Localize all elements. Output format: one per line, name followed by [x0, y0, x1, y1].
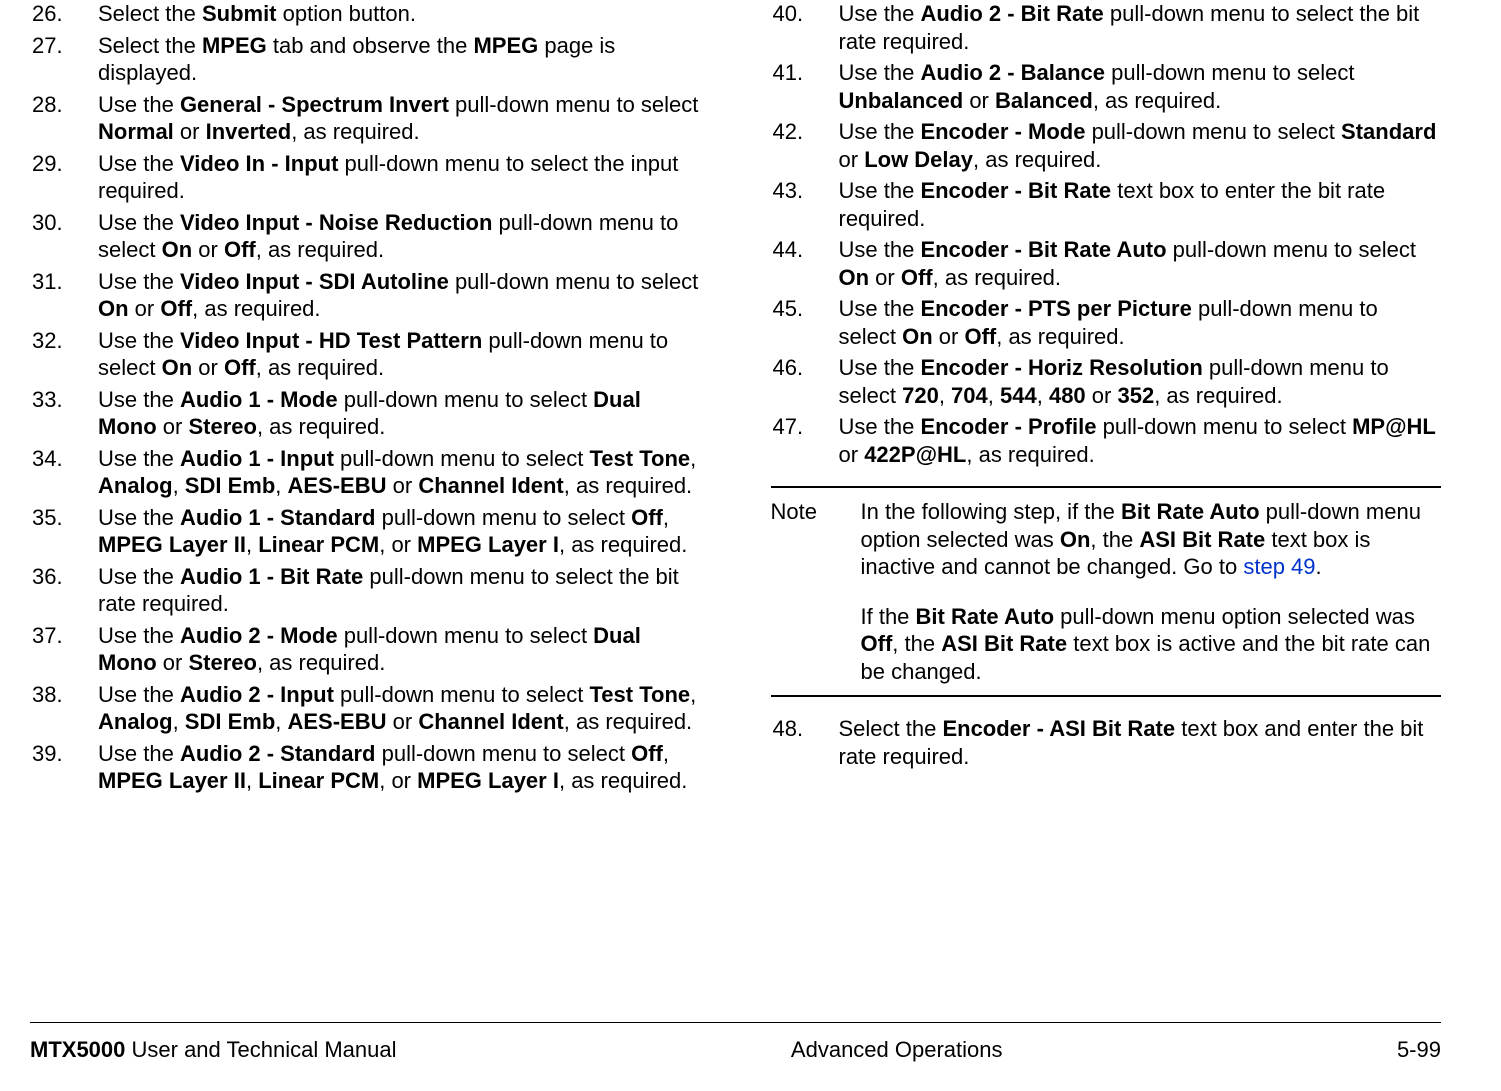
list-item: 43.Use the Encoder - Bit Rate text box t… [771, 177, 1442, 232]
content-columns: 26.Select the Submit option button.27.Se… [30, 0, 1441, 1091]
item-number: 29. [30, 150, 98, 205]
footer-product: MTX5000 [30, 1037, 125, 1062]
item-body: Use the Encoder - Bit Rate Auto pull-dow… [839, 236, 1442, 291]
item-body: Use the Video Input - Noise Reduction pu… [98, 209, 701, 264]
page-footer: MTX5000 User and Technical Manual Advanc… [30, 1022, 1441, 1063]
item-number: 39. [30, 740, 98, 795]
footer-page-number: 5-99 [1397, 1037, 1441, 1063]
footer-center: Advanced Operations [791, 1037, 1003, 1063]
note-label: Note [771, 498, 861, 685]
item-number: 35. [30, 504, 98, 559]
item-body: Use the Video In - Input pull-down menu … [98, 150, 701, 205]
list-item: 38.Use the Audio 2 - Input pull-down men… [30, 681, 701, 736]
footer-title: User and Technical Manual [125, 1037, 396, 1062]
item-body: Use the Audio 2 - Mode pull-down menu to… [98, 622, 701, 677]
item-number: 31. [30, 268, 98, 323]
list-item: 30.Use the Video Input - Noise Reduction… [30, 209, 701, 264]
right-column: 40.Use the Audio 2 - Bit Rate pull-down … [771, 0, 1442, 1091]
item-number: 36. [30, 563, 98, 618]
item-number: 45. [771, 295, 839, 350]
list-item: 37.Use the Audio 2 - Mode pull-down menu… [30, 622, 701, 677]
item-number: 46. [771, 354, 839, 409]
footer-left: MTX5000 User and Technical Manual [30, 1037, 396, 1063]
list-item: 44.Use the Encoder - Bit Rate Auto pull-… [771, 236, 1442, 291]
item-number: 32. [30, 327, 98, 382]
item-number: 43. [771, 177, 839, 232]
list-item: 47.Use the Encoder - Profile pull-down m… [771, 413, 1442, 468]
list-item: 40.Use the Audio 2 - Bit Rate pull-down … [771, 0, 1442, 55]
item-body: Use the Encoder - PTS per Picture pull-d… [839, 295, 1442, 350]
item-number: 30. [30, 209, 98, 264]
note-block: Note In the following step, if the Bit R… [771, 486, 1442, 697]
item-number: 44. [771, 236, 839, 291]
item-body: Use the Audio 1 - Mode pull-down menu to… [98, 386, 701, 441]
item-body: Use the Audio 1 - Input pull-down menu t… [98, 445, 701, 500]
note-body: In the following step, if the Bit Rate A… [861, 498, 1442, 685]
item-number: 48. [771, 715, 839, 770]
item-number: 41. [771, 59, 839, 114]
item-number: 26. [30, 0, 98, 28]
item-number: 34. [30, 445, 98, 500]
item-body: Use the Audio 1 - Standard pull-down men… [98, 504, 701, 559]
item-body: Select the MPEG tab and observe the MPEG… [98, 32, 701, 87]
item-number: 28. [30, 91, 98, 146]
list-item: 31.Use the Video Input - SDI Autoline pu… [30, 268, 701, 323]
list-item: 45.Use the Encoder - PTS per Picture pul… [771, 295, 1442, 350]
list-item: 39.Use the Audio 2 - Standard pull-down … [30, 740, 701, 795]
list-item: 34.Use the Audio 1 - Input pull-down men… [30, 445, 701, 500]
item-body: Use the Audio 2 - Balance pull-down menu… [839, 59, 1442, 114]
item-number: 33. [30, 386, 98, 441]
list-item: 26.Select the Submit option button. [30, 0, 701, 28]
list-item: 46.Use the Encoder - Horiz Resolution pu… [771, 354, 1442, 409]
item-body: Use the Audio 2 - Input pull-down menu t… [98, 681, 701, 736]
list-item: 36.Use the Audio 1 - Bit Rate pull-down … [30, 563, 701, 618]
item-number: 38. [30, 681, 98, 736]
list-item: 48.Select the Encoder - ASI Bit Rate tex… [771, 715, 1442, 770]
list-item: 28.Use the General - Spectrum Invert pul… [30, 91, 701, 146]
note-paragraph-2: If the Bit Rate Auto pull-down menu opti… [861, 603, 1442, 686]
item-number: 37. [30, 622, 98, 677]
item-number: 47. [771, 413, 839, 468]
item-body: Use the Encoder - Profile pull-down menu… [839, 413, 1442, 468]
list-item: 35.Use the Audio 1 - Standard pull-down … [30, 504, 701, 559]
item-body: Use the Video Input - SDI Autoline pull-… [98, 268, 701, 323]
note-paragraph-1: In the following step, if the Bit Rate A… [861, 498, 1442, 581]
list-item: 32.Use the Video Input - HD Test Pattern… [30, 327, 701, 382]
list-item: 41.Use the Audio 2 - Balance pull-down m… [771, 59, 1442, 114]
item-number: 42. [771, 118, 839, 173]
item-number: 40. [771, 0, 839, 55]
item-body: Use the Audio 2 - Bit Rate pull-down men… [839, 0, 1442, 55]
list-item: 27.Select the MPEG tab and observe the M… [30, 32, 701, 87]
list-item: 29.Use the Video In - Input pull-down me… [30, 150, 701, 205]
item-body: Select the Submit option button. [98, 0, 701, 28]
item-body: Select the Encoder - ASI Bit Rate text b… [839, 715, 1442, 770]
list-item: 33.Use the Audio 1 - Mode pull-down menu… [30, 386, 701, 441]
list-item: 42.Use the Encoder - Mode pull-down menu… [771, 118, 1442, 173]
item-body: Use the Encoder - Horiz Resolution pull-… [839, 354, 1442, 409]
item-body: Use the Video Input - HD Test Pattern pu… [98, 327, 701, 382]
left-column: 26.Select the Submit option button.27.Se… [30, 0, 701, 1091]
page: 26.Select the Submit option button.27.Se… [0, 0, 1501, 1091]
item-body: Use the Audio 1 - Bit Rate pull-down men… [98, 563, 701, 618]
item-number: 27. [30, 32, 98, 87]
item-body: Use the Audio 2 - Standard pull-down men… [98, 740, 701, 795]
item-body: Use the Encoder - Mode pull-down menu to… [839, 118, 1442, 173]
item-body: Use the General - Spectrum Invert pull-d… [98, 91, 701, 146]
item-body: Use the Encoder - Bit Rate text box to e… [839, 177, 1442, 232]
